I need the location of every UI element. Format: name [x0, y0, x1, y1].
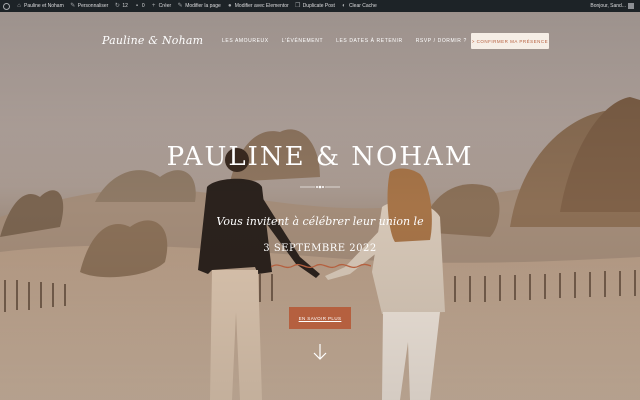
- hero-date: 3 SEPTEMBRE 2022: [263, 243, 377, 254]
- copy-icon: ❐: [294, 3, 301, 9]
- hero-title: PAULINE & NOHAM: [166, 142, 474, 172]
- admin-bar: ⌂ Pauline et Noham ✎ Personnaliser ↻ 12 …: [0, 0, 640, 12]
- nav-item-rsvp[interactable]: RSVP / DORMIR ?: [416, 38, 467, 44]
- site-logo[interactable]: Pauline & Noham: [102, 34, 203, 47]
- nav-item-evenement[interactable]: L'ÉVÉNEMENT: [282, 38, 323, 44]
- cache-label: Clear Cache: [348, 3, 377, 9]
- wp-logo-menu[interactable]: [0, 0, 13, 12]
- comment-icon: ▪: [135, 3, 138, 9]
- site-name-label: Pauline et Noham: [24, 3, 64, 9]
- new-content-menu[interactable]: + Créer: [148, 0, 175, 12]
- customize-label: Personnaliser: [77, 3, 109, 9]
- new-label: Créer: [158, 3, 172, 9]
- plus-icon: +: [151, 3, 156, 9]
- cache-icon: ◐: [342, 3, 346, 9]
- confirm-presence-button[interactable]: > CONFIRMER MA PRÉSENCE: [471, 33, 549, 49]
- updates-icon: ↻: [114, 3, 120, 9]
- main-navigation: LES AMOUREUX L'ÉVÉNEMENT LES DATES À RET…: [222, 38, 467, 44]
- updates-count: 12: [122, 3, 128, 9]
- elementor-icon: ●: [227, 3, 232, 9]
- elementor-label: Modifier avec Elementor: [234, 3, 289, 9]
- pencil-icon: ✎: [177, 3, 183, 9]
- avatar: [628, 3, 634, 9]
- elementor-link[interactable]: ● Modifier avec Elementor: [224, 0, 292, 12]
- ornament-divider-icon: [300, 185, 340, 189]
- comments-link[interactable]: ▪ 0: [131, 0, 148, 12]
- learn-more-button[interactable]: EN SAVOIR PLUS: [289, 307, 351, 329]
- nav-item-amoureux[interactable]: LES AMOUREUX: [222, 38, 269, 44]
- greeting-label: Bonjour, Sand...: [590, 3, 626, 9]
- updates-link[interactable]: ↻ 12: [111, 0, 131, 12]
- duplicate-label: Duplicate Post: [302, 3, 335, 9]
- comments-count: 0: [141, 3, 145, 9]
- clear-cache-link[interactable]: ◐ Clear Cache: [338, 0, 380, 12]
- my-account-menu[interactable]: Bonjour, Sand...: [590, 3, 640, 9]
- duplicate-post-link[interactable]: ❐ Duplicate Post: [292, 0, 338, 12]
- arrow-down-icon[interactable]: [312, 342, 328, 362]
- edit-page-label: Modifier la page: [185, 3, 221, 9]
- wordpress-icon: [3, 2, 10, 10]
- squiggle-divider-icon: [271, 263, 371, 269]
- nav-item-dates[interactable]: LES DATES À RETENIR: [336, 38, 403, 44]
- site-name-menu[interactable]: ⌂ Pauline et Noham: [13, 0, 67, 12]
- brush-icon: ✎: [70, 3, 76, 9]
- customize-link[interactable]: ✎ Personnaliser: [67, 0, 112, 12]
- home-icon: ⌂: [17, 3, 21, 9]
- hero-invite-text: Vous invitent à célébrer leur union le: [216, 215, 424, 228]
- hero-section: Pauline & Noham LES AMOUREUX L'ÉVÉNEMENT…: [0, 12, 640, 400]
- edit-page-link[interactable]: ✎ Modifier la page: [174, 0, 224, 12]
